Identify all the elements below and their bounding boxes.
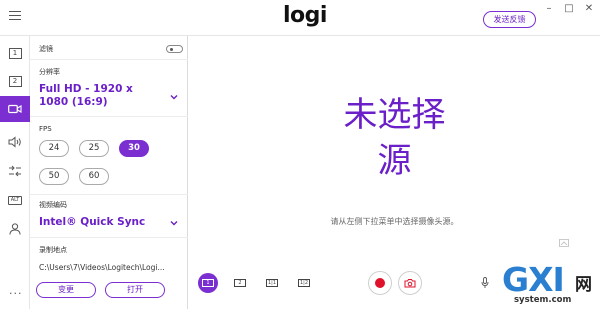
alt-icon: ALT <box>8 195 22 205</box>
title-bar: logi 发送反馈 – □ ✕ <box>0 0 600 36</box>
maximize-icon[interactable]: □ <box>562 3 576 15</box>
camera-icon <box>8 104 22 114</box>
fps-option-30[interactable]: 30 <box>119 140 149 157</box>
rail-item-alt[interactable]: ALT <box>0 187 30 213</box>
rail-item-layout-1[interactable]: 1 <box>0 40 30 66</box>
watermark-net: 网 <box>575 275 592 295</box>
save-location-label: 录制地点 <box>39 246 67 254</box>
camera-snapshot-icon <box>404 279 416 288</box>
filter-label: 滤镜 <box>39 45 53 53</box>
more-icon[interactable]: ··· <box>9 287 23 300</box>
chevron-down-icon[interactable] <box>170 219 178 227</box>
site-watermark: GXI 网 system.com <box>492 262 600 309</box>
snapshot-button[interactable] <box>398 271 422 295</box>
fps-option-60[interactable]: 60 <box>79 168 109 185</box>
divider <box>30 116 188 117</box>
layout-pip-button[interactable]: 1|2 <box>294 273 314 293</box>
close-icon[interactable]: ✕ <box>582 3 596 15</box>
open-button[interactable]: 打开 <box>105 282 165 298</box>
layout-split-button[interactable]: 1|1 <box>262 273 282 293</box>
divider <box>30 237 188 238</box>
no-source-title: 未选择 <box>343 95 446 135</box>
fps-label: FPS <box>39 125 52 133</box>
resolution-label: 分辨率 <box>39 68 60 76</box>
select-source-hint: 请从左侧下拉菜单中选择摄像头源。 <box>330 217 459 226</box>
watermark-brand: GXI <box>502 260 565 299</box>
feedback-button[interactable]: 发送反馈 <box>483 11 536 28</box>
layout-second-button[interactable]: 2 <box>230 273 250 293</box>
fps-option-50[interactable]: 50 <box>39 168 69 185</box>
divider <box>30 59 188 60</box>
layout-pip-icon: 1|2 <box>298 279 310 287</box>
app-logo: logi <box>283 3 327 28</box>
settings-panel: 滤镜 分辨率 Full HD - 1920 x 1080 (16:9) FPS … <box>30 36 188 309</box>
record-button[interactable] <box>368 271 392 295</box>
chevron-down-icon[interactable] <box>170 93 178 101</box>
change-button[interactable]: 变更 <box>36 282 96 298</box>
microphone-icon <box>481 277 489 288</box>
layout-2-icon: 2 <box>234 279 246 287</box>
rail-item-camera[interactable] <box>0 96 30 122</box>
watermark-site: system.com <box>514 295 572 305</box>
transition-icon <box>9 165 21 177</box>
minimize-icon[interactable]: – <box>542 3 556 15</box>
rail-item-audio[interactable] <box>0 129 30 155</box>
fps-option-24[interactable]: 24 <box>39 140 69 157</box>
rail-item-account[interactable] <box>0 216 30 242</box>
fps-option-25[interactable]: 25 <box>79 140 109 157</box>
speaker-icon <box>8 136 21 148</box>
encoder-select[interactable]: Intel® Quick Sync <box>39 216 145 229</box>
layout-1-icon: 1 <box>202 279 214 287</box>
encoder-label: 视频编码 <box>39 201 67 209</box>
rail-item-layout-2[interactable]: 2 <box>0 68 30 94</box>
toggle-knob <box>170 47 173 51</box>
preview-area: 未选择 源 请从左侧下拉菜单中选择摄像头源。 <box>189 36 600 265</box>
save-path: C:\Users\7\Videos\Logitech\Logi... <box>39 263 165 272</box>
second-view-icon: 2 <box>8 75 22 87</box>
no-source-title-2: 源 <box>377 141 412 181</box>
fullscreen-icon[interactable] <box>559 239 569 247</box>
single-view-icon: 1 <box>8 47 22 59</box>
left-rail: 1 2 ALT <box>0 36 30 309</box>
layout-split-icon: 1|1 <box>266 279 278 287</box>
user-icon <box>9 223 21 235</box>
filter-toggle[interactable] <box>166 45 183 53</box>
menu-icon[interactable] <box>9 11 21 21</box>
layout-single-button[interactable]: 1 <box>198 273 218 293</box>
resolution-select[interactable]: Full HD - 1920 x 1080 (16:9) <box>39 83 159 109</box>
record-icon <box>375 278 385 288</box>
divider <box>30 194 188 195</box>
rail-item-transitions[interactable] <box>0 158 30 184</box>
